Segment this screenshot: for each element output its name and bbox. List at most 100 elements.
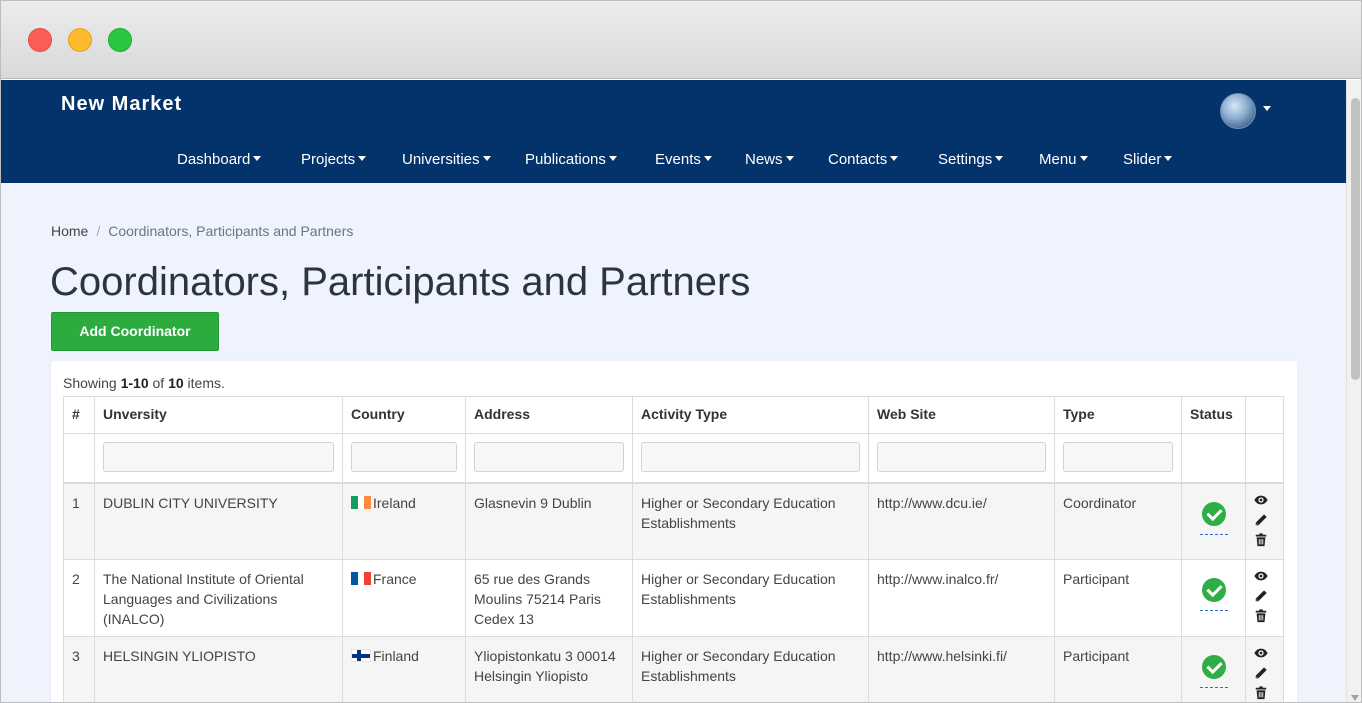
- row-number: 2: [63, 559, 95, 637]
- menu-item-dashboard[interactable]: Dashboard: [177, 151, 262, 168]
- menu-label: Settings: [938, 151, 993, 168]
- delete-trash-icon[interactable]: [1254, 609, 1268, 623]
- summary-prefix: Showing: [63, 375, 121, 391]
- menu-item-news[interactable]: News: [745, 151, 794, 168]
- column-header-university[interactable]: Unversity: [94, 396, 343, 434]
- coordinators-table: # Unversity Country Address Activity Typ…: [63, 396, 1284, 702]
- edit-pencil-icon[interactable]: [1254, 666, 1268, 680]
- column-header-status[interactable]: Status: [1181, 396, 1246, 434]
- column-header-number[interactable]: #: [63, 396, 95, 434]
- summary-mid: of: [148, 375, 169, 391]
- country-filter-input[interactable]: [351, 442, 457, 472]
- activity-type: Higher or Secondary Education Establishm…: [632, 482, 869, 560]
- user-menu-caret-icon[interactable]: [1263, 106, 1271, 111]
- chevron-down-icon: [890, 156, 899, 161]
- menu-label: Dashboard: [177, 151, 251, 168]
- menu-label: Events: [655, 151, 701, 168]
- view-eye-icon[interactable]: [1254, 646, 1268, 660]
- country-cell: Ireland: [342, 482, 466, 560]
- country-name: France: [373, 571, 417, 587]
- breadcrumb-home-link[interactable]: Home: [51, 223, 88, 239]
- chevron-down-icon: [1164, 156, 1173, 161]
- filter-cell: [868, 433, 1055, 484]
- status-underline: [1199, 533, 1228, 535]
- breadcrumb-separator: /: [96, 223, 101, 239]
- menu-label: Menu: [1039, 151, 1077, 168]
- chevron-down-icon: [703, 156, 712, 161]
- column-header-web-site[interactable]: Web Site: [868, 396, 1055, 434]
- user-avatar[interactable]: [1220, 93, 1256, 129]
- chevron-down-icon: [1079, 156, 1088, 161]
- brand-logo[interactable]: New Market: [61, 93, 182, 116]
- check-circle-icon: [1201, 655, 1226, 679]
- check-circle-icon: [1201, 578, 1226, 602]
- chevron-down-icon: [785, 156, 794, 161]
- top-navbar: New Market Dashboard Projects Universiti…: [1, 80, 1346, 183]
- view-eye-icon[interactable]: [1254, 569, 1268, 583]
- scroll-down-arrow-icon[interactable]: [1351, 695, 1359, 701]
- scrollbar-thumb[interactable]: [1351, 98, 1360, 380]
- web-site-filter-input[interactable]: [877, 442, 1046, 472]
- minimize-window-button[interactable]: [68, 28, 92, 52]
- menu-item-menu[interactable]: Menu: [1039, 151, 1088, 168]
- menu-item-universities[interactable]: Universities: [402, 151, 491, 168]
- table-header-row: # Unversity Country Address Activity Typ…: [63, 396, 1284, 434]
- vertical-scrollbar[interactable]: [1346, 80, 1361, 702]
- view-eye-icon[interactable]: [1254, 493, 1268, 507]
- filter-row: [63, 433, 1284, 484]
- menu-item-slider[interactable]: Slider: [1123, 151, 1173, 168]
- menu-item-publications[interactable]: Publications: [525, 151, 617, 168]
- chevron-down-icon: [995, 156, 1004, 161]
- status-cell: [1181, 636, 1246, 702]
- browser-window: New Market Dashboard Projects Universiti…: [0, 0, 1362, 703]
- filter-cell: [632, 433, 869, 484]
- menu-item-settings[interactable]: Settings: [938, 151, 1004, 168]
- filter-cell-empty: [1245, 433, 1284, 484]
- menu-label: Slider: [1123, 151, 1162, 168]
- filter-cell-empty: [1181, 433, 1246, 484]
- address-filter-input[interactable]: [474, 442, 624, 472]
- country-cell: Finland: [342, 636, 466, 702]
- delete-trash-icon[interactable]: [1254, 686, 1268, 700]
- breadcrumb-current: Coordinators, Participants and Partners: [108, 223, 354, 239]
- menu-label: Universities: [402, 151, 480, 168]
- status-toggle[interactable]: [1190, 646, 1237, 688]
- column-header-type[interactable]: Type: [1054, 396, 1182, 434]
- menu-item-events[interactable]: Events: [655, 151, 712, 168]
- summary-total: 10: [168, 375, 184, 391]
- web-site: http://www.inalco.fr/: [868, 559, 1055, 637]
- menu-item-contacts[interactable]: Contacts: [828, 151, 899, 168]
- window-titlebar: [1, 1, 1361, 79]
- status-underline: [1199, 687, 1228, 688]
- chevron-down-icon: [482, 156, 491, 161]
- add-coordinator-button[interactable]: Add Coordinator: [51, 312, 219, 351]
- type-filter-input[interactable]: [1063, 442, 1173, 472]
- edit-pencil-icon[interactable]: [1254, 513, 1268, 527]
- activity-type: Higher or Secondary Education Establishm…: [632, 636, 869, 702]
- status-toggle[interactable]: [1190, 493, 1237, 535]
- close-window-button[interactable]: [28, 28, 52, 52]
- delete-trash-icon[interactable]: [1254, 532, 1268, 547]
- column-header-address[interactable]: Address: [465, 396, 633, 434]
- edit-pencil-icon[interactable]: [1254, 589, 1268, 603]
- main-menu: Dashboard Projects Universities Publicat…: [1, 151, 1346, 173]
- filter-cell: [465, 433, 633, 484]
- grid-card: Showing 1-10 of 10 items. # Unversity Co…: [51, 361, 1297, 702]
- filter-cell-empty: [63, 433, 95, 484]
- country-cell: France: [342, 559, 466, 637]
- column-header-country[interactable]: Country: [342, 396, 466, 434]
- status-toggle[interactable]: [1190, 569, 1237, 611]
- university-filter-input[interactable]: [103, 442, 334, 472]
- table-row: 1 DUBLIN CITY UNIVERSITY Ireland Glasnev…: [63, 482, 1284, 560]
- menu-item-projects[interactable]: Projects: [301, 151, 367, 168]
- address: 65 rue des Grands Moulins 75214 Paris Ce…: [465, 559, 633, 637]
- actions-cell: [1245, 482, 1284, 560]
- chevron-down-icon: [253, 156, 262, 161]
- filter-cell: [342, 433, 466, 484]
- column-header-activity-type[interactable]: Activity Type: [632, 396, 869, 434]
- maximize-window-button[interactable]: [108, 28, 132, 52]
- activity-type-filter-input[interactable]: [641, 442, 860, 472]
- filter-cell: [1054, 433, 1182, 484]
- filter-cell: [94, 433, 343, 484]
- grid-summary: Showing 1-10 of 10 items.: [63, 375, 225, 391]
